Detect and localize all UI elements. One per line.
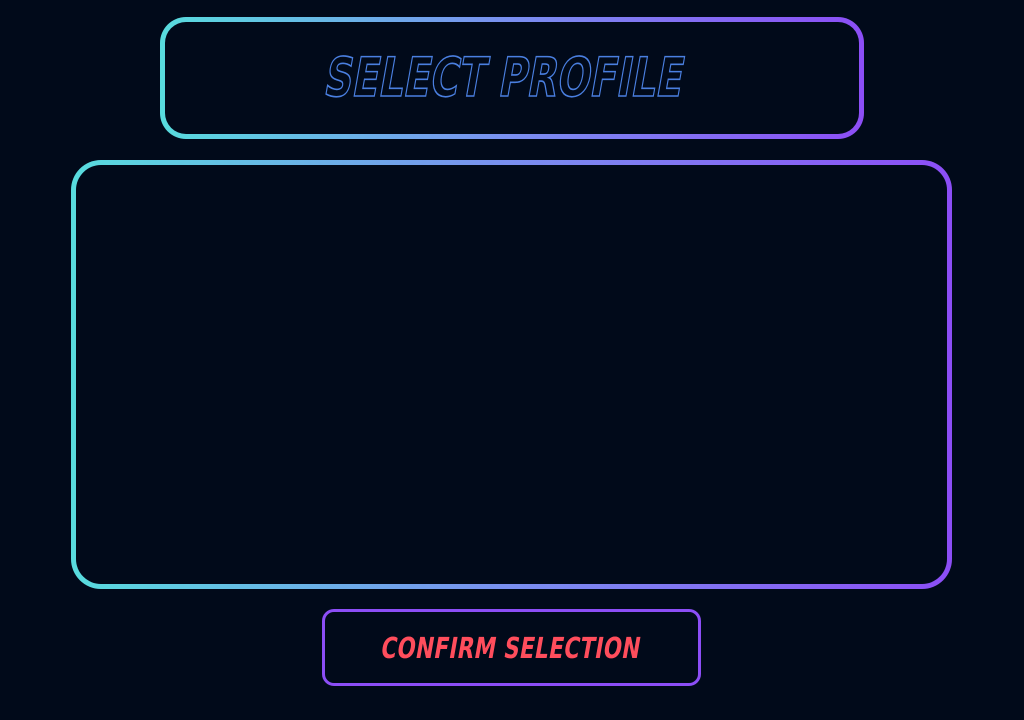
confirm-selection-label: CONFIRM SELECTION xyxy=(378,630,645,665)
page-title: SELECT PROFILE xyxy=(320,47,689,109)
title-outline-text: SELECT PROFILE xyxy=(320,46,691,110)
profile-list-panel[interactable] xyxy=(71,160,952,589)
title-panel: SELECT PROFILE xyxy=(160,17,864,139)
confirm-selection-button[interactable]: CONFIRM SELECTION xyxy=(322,609,701,686)
